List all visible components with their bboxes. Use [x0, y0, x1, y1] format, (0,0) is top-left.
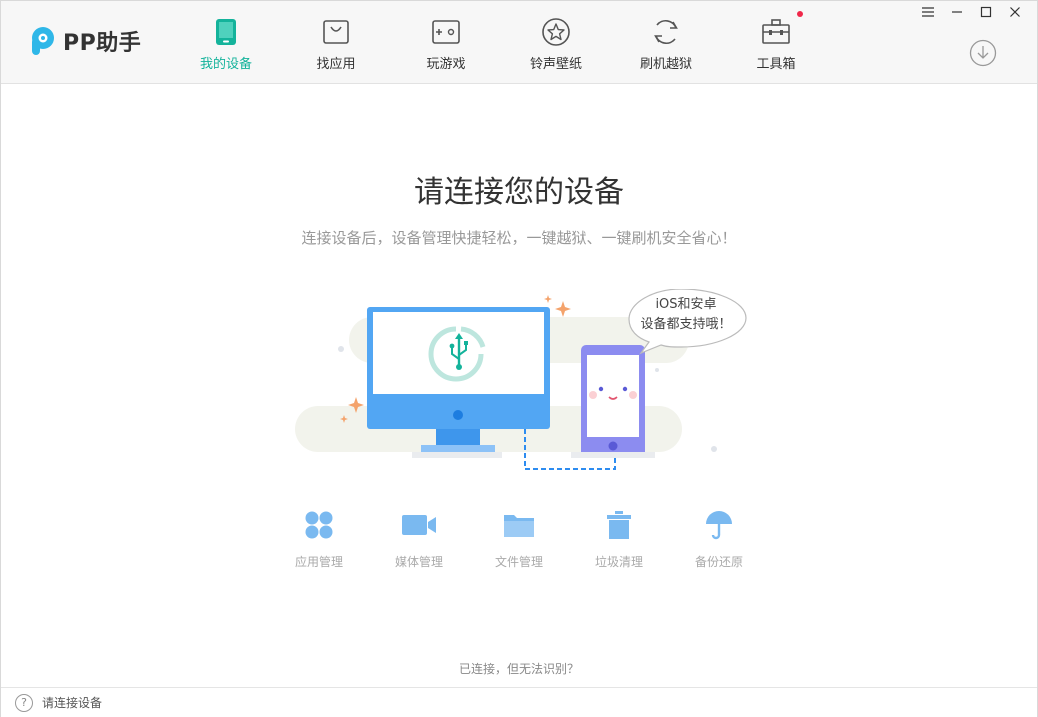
main-nav: 我的设备 找应用 玩游戏 铃声壁纸 刷机越狱 工具箱 — [171, 1, 831, 84]
tab-games[interactable]: 玩游戏 — [391, 1, 501, 84]
tab-label: 刷机越狱 — [639, 57, 692, 72]
toolbox-icon — [761, 17, 791, 47]
feature-media-management[interactable]: 媒体管理 — [369, 507, 469, 570]
shopping-bag-icon — [321, 17, 351, 47]
minimize-icon[interactable] — [942, 3, 971, 21]
bubble-line-1: iOS和安卓 — [655, 297, 717, 312]
unrecognized-device-link[interactable]: 已连接，但无法识别？ — [1, 660, 1037, 677]
folder-icon — [501, 507, 537, 543]
gamepad-icon — [431, 17, 461, 47]
feature-junk-cleanup[interactable]: 垃圾清理 — [569, 507, 669, 570]
page-subtitle: 连接设备后，设备管理快捷轻松，一键越狱、一键刷机安全省心！ — [301, 229, 737, 247]
feature-file-management[interactable]: 文件管理 — [469, 507, 569, 570]
notification-dot — [797, 11, 803, 17]
tab-find-apps[interactable]: 找应用 — [281, 1, 391, 84]
menu-icon[interactable] — [913, 3, 942, 21]
feature-app-management[interactable]: 应用管理 — [269, 507, 369, 570]
close-icon[interactable] — [1000, 3, 1029, 21]
tab-ringtones-wallpapers[interactable]: 铃声壁纸 — [501, 1, 611, 84]
feature-list: 应用管理 媒体管理 文件管理 垃圾清理 备份还原 — [269, 507, 769, 570]
window-controls — [913, 3, 1029, 21]
tab-label: 我的设备 — [199, 57, 252, 72]
pp-logo-icon — [32, 27, 54, 55]
status-bar: ? 请连接设备 — [1, 687, 1037, 717]
apps-grid-icon — [301, 507, 337, 543]
app-window: PP助手 我的设备 找应用 玩游戏 铃声壁纸 刷机越狱 工具箱 请连接您的设备 … — [0, 0, 1038, 717]
download-icon[interactable] — [969, 39, 997, 67]
tab-toolbox[interactable]: 工具箱 — [721, 1, 831, 84]
maximize-icon[interactable] — [971, 3, 1000, 21]
help-icon[interactable]: ? — [15, 693, 33, 712]
feature-label: 媒体管理 — [394, 555, 443, 569]
feature-backup-restore[interactable]: 备份还原 — [669, 507, 769, 570]
app-name: PP助手 — [63, 31, 142, 56]
tab-my-device[interactable]: 我的设备 — [171, 1, 281, 84]
connect-illustration: iOS和安卓 设备都支持哦！ — [291, 288, 751, 479]
status-text: 请连接设备 — [42, 696, 103, 710]
video-camera-icon — [401, 507, 437, 543]
trash-icon — [601, 507, 637, 543]
feature-label: 应用管理 — [294, 555, 343, 569]
app-logo: PP助手 — [28, 25, 141, 57]
header-bar: PP助手 我的设备 找应用 玩游戏 铃声壁纸 刷机越狱 工具箱 — [1, 1, 1037, 84]
phone-icon — [211, 17, 241, 47]
feature-label: 垃圾清理 — [594, 555, 643, 569]
star-icon — [541, 17, 571, 47]
tab-label: 铃声壁纸 — [529, 57, 582, 72]
bubble-text: iOS和安卓 设备都支持哦！ — [631, 295, 741, 335]
page-title: 请连接您的设备 — [414, 175, 624, 210]
tab-label: 玩游戏 — [426, 57, 466, 72]
tab-label: 找应用 — [316, 57, 356, 72]
feature-label: 备份还原 — [694, 555, 743, 569]
feature-label: 文件管理 — [494, 555, 543, 569]
tab-label: 工具箱 — [756, 57, 796, 72]
refresh-icon — [651, 17, 681, 47]
tab-flash-jailbreak[interactable]: 刷机越狱 — [611, 1, 721, 84]
umbrella-icon — [701, 507, 737, 543]
bubble-line-2: 设备都支持哦！ — [640, 317, 732, 332]
